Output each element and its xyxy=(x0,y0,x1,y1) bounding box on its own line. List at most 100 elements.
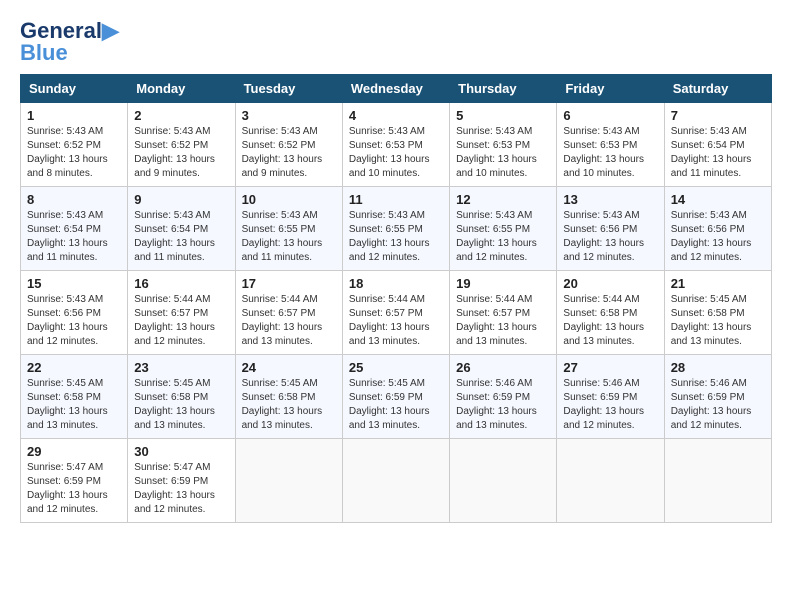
calendar-cell: 28Sunrise: 5:46 AMSunset: 6:59 PMDayligh… xyxy=(664,355,771,439)
calendar-week-3: 15 Sunrise: 5:43 AMSunset: 6:56 PMDayligh… xyxy=(21,271,772,355)
cell-content: Sunrise: 5:43 AMSunset: 6:53 PMDaylight:… xyxy=(563,125,657,181)
calendar-cell: 15 Sunrise: 5:43 AMSunset: 6:56 PMDayligh… xyxy=(21,271,128,355)
day-number: 12 xyxy=(456,192,550,207)
cell-content: Sunrise: 5:46 AMSunset: 6:59 PMDaylight:… xyxy=(671,377,765,433)
cell-content: Sunrise: 5:43 AMSunset: 6:55 PMDaylight:… xyxy=(456,209,550,265)
col-header-thursday: Thursday xyxy=(450,75,557,103)
calendar-cell: 7 Sunrise: 5:43 AMSunset: 6:54 PMDaylight… xyxy=(664,103,771,187)
day-number: 3 xyxy=(242,108,336,123)
day-number: 6 xyxy=(563,108,657,123)
cell-content: Sunrise: 5:44 AMSunset: 6:57 PMDaylight:… xyxy=(349,293,443,349)
calendar-cell: 5Sunrise: 5:43 AMSunset: 6:53 PMDaylight… xyxy=(450,103,557,187)
day-number: 19 xyxy=(456,276,550,291)
cell-content: Sunrise: 5:44 AMSunset: 6:57 PMDaylight:… xyxy=(242,293,336,349)
calendar-cell xyxy=(342,439,449,523)
cell-content: Sunrise: 5:47 AMSunset: 6:59 PMDaylight:… xyxy=(134,461,228,517)
calendar-cell: 4 Sunrise: 5:43 AMSunset: 6:53 PMDaylight… xyxy=(342,103,449,187)
calendar-cell: 9 Sunrise: 5:43 AMSunset: 6:54 PMDaylight… xyxy=(128,187,235,271)
calendar-table: SundayMondayTuesdayWednesdayThursdayFrid… xyxy=(20,74,772,523)
calendar-cell: 25 Sunrise: 5:45 AMSunset: 6:59 PMDayligh… xyxy=(342,355,449,439)
day-number: 13 xyxy=(563,192,657,207)
day-number: 17 xyxy=(242,276,336,291)
cell-content: Sunrise: 5:46 AMSunset: 6:59 PMDaylight:… xyxy=(563,377,657,433)
col-header-wednesday: Wednesday xyxy=(342,75,449,103)
day-number: 4 xyxy=(349,108,443,123)
day-number: 23 xyxy=(134,360,228,375)
col-header-tuesday: Tuesday xyxy=(235,75,342,103)
calendar-cell: 10 Sunrise: 5:43 AMSunset: 6:55 PMDayligh… xyxy=(235,187,342,271)
cell-content: Sunrise: 5:43 AMSunset: 6:53 PMDaylight:… xyxy=(349,125,443,181)
day-number: 26 xyxy=(456,360,550,375)
col-header-sunday: Sunday xyxy=(21,75,128,103)
day-number: 25 xyxy=(349,360,443,375)
cell-content: Sunrise: 5:43 AMSunset: 6:55 PMDaylight:… xyxy=(242,209,336,265)
cell-content: Sunrise: 5:44 AMSunset: 6:57 PMDaylight:… xyxy=(456,293,550,349)
calendar-cell: 24 Sunrise: 5:45 AMSunset: 6:58 PMDayligh… xyxy=(235,355,342,439)
calendar-week-5: 29 Sunrise: 5:47 AMSunset: 6:59 PMDayligh… xyxy=(21,439,772,523)
cell-content: Sunrise: 5:43 AMSunset: 6:56 PMDaylight:… xyxy=(27,293,121,349)
calendar-cell: 26 Sunrise: 5:46 AMSunset: 6:59 PMDayligh… xyxy=(450,355,557,439)
cell-content: Sunrise: 5:43 AMSunset: 6:52 PMDaylight:… xyxy=(242,125,336,181)
calendar-cell: 8 Sunrise: 5:43 AMSunset: 6:54 PMDaylight… xyxy=(21,187,128,271)
calendar-cell: 1Sunrise: 5:43 AMSunset: 6:52 PMDaylight… xyxy=(21,103,128,187)
calendar-week-2: 8 Sunrise: 5:43 AMSunset: 6:54 PMDaylight… xyxy=(21,187,772,271)
cell-content: Sunrise: 5:44 AMSunset: 6:58 PMDaylight:… xyxy=(563,293,657,349)
cell-content: Sunrise: 5:46 AMSunset: 6:59 PMDaylight:… xyxy=(456,377,550,433)
day-number: 10 xyxy=(242,192,336,207)
cell-content: Sunrise: 5:43 AMSunset: 6:55 PMDaylight:… xyxy=(349,209,443,265)
calendar-cell: 30 Sunrise: 5:47 AMSunset: 6:59 PMDayligh… xyxy=(128,439,235,523)
day-number: 11 xyxy=(349,192,443,207)
calendar-cell: 29 Sunrise: 5:47 AMSunset: 6:59 PMDayligh… xyxy=(21,439,128,523)
cell-content: Sunrise: 5:43 AMSunset: 6:54 PMDaylight:… xyxy=(27,209,121,265)
day-number: 30 xyxy=(134,444,228,459)
calendar-cell: 12 Sunrise: 5:43 AMSunset: 6:55 PMDayligh… xyxy=(450,187,557,271)
cell-content: Sunrise: 5:47 AMSunset: 6:59 PMDaylight:… xyxy=(27,461,121,517)
calendar-cell: 6 Sunrise: 5:43 AMSunset: 6:53 PMDaylight… xyxy=(557,103,664,187)
calendar-cell xyxy=(235,439,342,523)
calendar-week-1: 1 Sunrise: 5:43 AMSunset: 6:52 PMDaylight… xyxy=(21,103,772,187)
cell-content: Sunrise: 5:45 AMSunset: 6:58 PMDaylight:… xyxy=(671,293,765,349)
col-header-monday: Monday xyxy=(128,75,235,103)
calendar-cell: 20Sunrise: 5:44 AMSunset: 6:58 PMDayligh… xyxy=(557,271,664,355)
day-number: 22 xyxy=(27,360,121,375)
calendar-cell xyxy=(557,439,664,523)
calendar-cell: 22 Sunrise: 5:45 AMSunset: 6:58 PMDayligh… xyxy=(21,355,128,439)
cell-content: Sunrise: 5:43 AMSunset: 6:53 PMDaylight:… xyxy=(456,125,550,181)
cell-content: Sunrise: 5:43 AMSunset: 6:54 PMDaylight:… xyxy=(134,209,228,265)
cell-content: Sunrise: 5:44 AMSunset: 6:57 PMDaylight:… xyxy=(134,293,228,349)
col-header-friday: Friday xyxy=(557,75,664,103)
day-number: 18 xyxy=(349,276,443,291)
calendar-cell: 3 Sunrise: 5:43 AMSunset: 6:52 PMDaylight… xyxy=(235,103,342,187)
day-number: 15 xyxy=(27,276,121,291)
day-number: 16 xyxy=(134,276,228,291)
calendar-cell: 16 Sunrise: 5:44 AMSunset: 6:57 PMDayligh… xyxy=(128,271,235,355)
calendar-cell: 18 Sunrise: 5:44 AMSunset: 6:57 PMDayligh… xyxy=(342,271,449,355)
calendar-cell: 23Sunrise: 5:45 AMSunset: 6:58 PMDayligh… xyxy=(128,355,235,439)
day-number: 24 xyxy=(242,360,336,375)
calendar-cell: 11 Sunrise: 5:43 AMSunset: 6:55 PMDayligh… xyxy=(342,187,449,271)
day-number: 27 xyxy=(563,360,657,375)
calendar-week-4: 22 Sunrise: 5:45 AMSunset: 6:58 PMDayligh… xyxy=(21,355,772,439)
day-number: 29 xyxy=(27,444,121,459)
col-header-saturday: Saturday xyxy=(664,75,771,103)
day-number: 21 xyxy=(671,276,765,291)
day-number: 9 xyxy=(134,192,228,207)
calendar-cell: 2 Sunrise: 5:43 AMSunset: 6:52 PMDaylight… xyxy=(128,103,235,187)
day-number: 8 xyxy=(27,192,121,207)
calendar-header-row: SundayMondayTuesdayWednesdayThursdayFrid… xyxy=(21,75,772,103)
logo: General▶ Blue xyxy=(20,20,119,64)
cell-content: Sunrise: 5:45 AMSunset: 6:58 PMDaylight:… xyxy=(242,377,336,433)
calendar-body: 1 Sunrise: 5:43 AMSunset: 6:52 PMDaylight… xyxy=(21,103,772,523)
calendar-cell: 27 Sunrise: 5:46 AMSunset: 6:59 PMDayligh… xyxy=(557,355,664,439)
page-header: General▶ Blue xyxy=(20,20,772,64)
calendar-cell: 14Sunrise: 5:43 AMSunset: 6:56 PMDayligh… xyxy=(664,187,771,271)
cell-content: Sunrise: 5:43 AMSunset: 6:52 PMDaylight:… xyxy=(134,125,228,181)
cell-content: Sunrise: 5:43 AMSunset: 6:54 PMDaylight:… xyxy=(671,125,765,181)
day-number: 7 xyxy=(671,108,765,123)
cell-content: Sunrise: 5:45 AMSunset: 6:59 PMDaylight:… xyxy=(349,377,443,433)
cell-content: Sunrise: 5:45 AMSunset: 6:58 PMDaylight:… xyxy=(27,377,121,433)
day-number: 2 xyxy=(134,108,228,123)
day-number: 1 xyxy=(27,108,121,123)
calendar-cell xyxy=(450,439,557,523)
cell-content: Sunrise: 5:43 AMSunset: 6:56 PMDaylight:… xyxy=(671,209,765,265)
